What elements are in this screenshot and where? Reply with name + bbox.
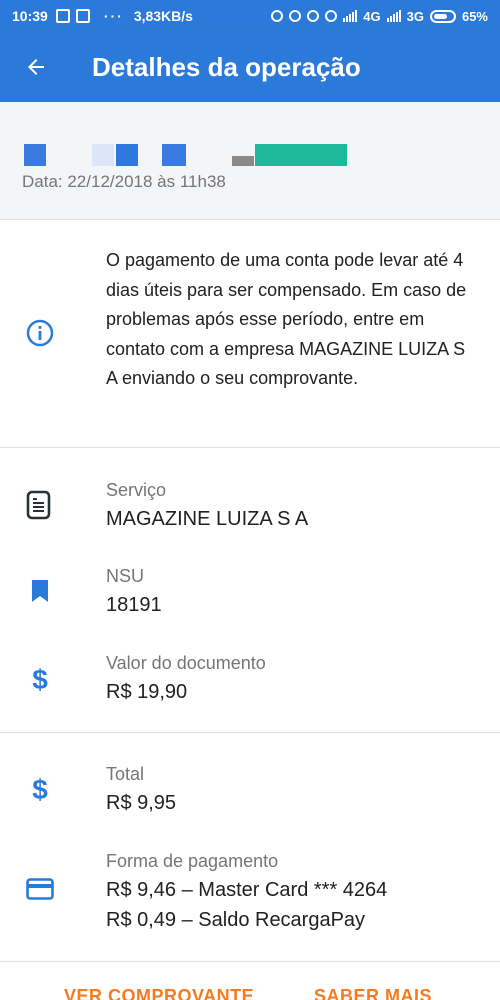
info-circle-icon (26, 319, 54, 347)
service-value: MAGAZINE LUIZA S A (106, 508, 309, 530)
document-value-label: Valor do documento (106, 653, 266, 673)
arrow-left-icon (28, 59, 44, 75)
operation-date: Data: 22/12/2018 às 11h38 (22, 172, 226, 191)
network-3g: 3G (406, 8, 424, 24)
status-bar: 10:39 ··· 3,83KB/s 4G 3G 65% (0, 0, 500, 32)
dollar-icon: $ (32, 664, 48, 694)
app-bar: Detalhes da operação (0, 32, 500, 102)
bookmark-icon (32, 580, 48, 602)
notification-icons (55, 9, 90, 23)
learn-more-button[interactable]: SABER MAIS (314, 986, 432, 1000)
nsu-label: NSU (106, 566, 145, 586)
more-notifications-icon: ··· (103, 8, 124, 24)
redacted-block-5 (232, 156, 254, 166)
view-receipt-button[interactable]: VER COMPROVANTE (64, 986, 254, 1000)
divider (0, 732, 500, 733)
headphones-icon (271, 10, 284, 22)
bluetooth-icon (307, 10, 320, 22)
svg-text:$: $ (32, 774, 48, 804)
page-title: Detalhes da operação (92, 51, 361, 82)
document-value: R$ 19,90 (106, 681, 188, 703)
total-label: Total (106, 764, 145, 784)
receipt-icon (26, 490, 51, 520)
redacted-block-6 (255, 144, 347, 166)
app-notification-icon (75, 9, 90, 23)
signal-icon-2 (386, 10, 401, 22)
total-value: R$ 9,95 (106, 792, 177, 814)
divider (0, 961, 500, 962)
redacted-block-2 (92, 144, 114, 166)
outlook-icon (55, 9, 70, 23)
payment-line-balance: R$ 0,49 – Saldo RecargaPay (106, 909, 366, 931)
payment-method-label: Forma de pagamento (106, 851, 279, 871)
hotspot-icon (289, 10, 302, 22)
credit-card-icon (26, 878, 54, 900)
service-label: Serviço (106, 480, 167, 500)
battery-level: 65% (461, 8, 488, 24)
payment-line-card: R$ 9,46 – Master Card *** 4264 (106, 879, 388, 901)
action-bar: VER COMPROVANTE SABER MAIS (0, 986, 500, 1000)
nsu-value: 18191 (106, 594, 162, 616)
signal-icon (343, 10, 358, 22)
redacted-block-4 (162, 144, 186, 166)
network-4g: 4G (363, 8, 381, 24)
battery-icon (429, 9, 456, 23)
network-speed: 3,83KB/s (133, 8, 193, 24)
status-time: 10:39 (12, 8, 48, 24)
dollar-icon: $ (32, 774, 48, 804)
alarm-icon (325, 10, 338, 22)
info-section: O pagamento de uma conta pode levar até … (0, 220, 500, 448)
back-button[interactable] (0, 32, 72, 102)
svg-text:$: $ (32, 664, 48, 694)
info-message: O pagamento de uma conta pode levar até … (106, 250, 467, 388)
redacted-block-3 (116, 144, 138, 166)
redacted-block-1 (24, 144, 46, 166)
